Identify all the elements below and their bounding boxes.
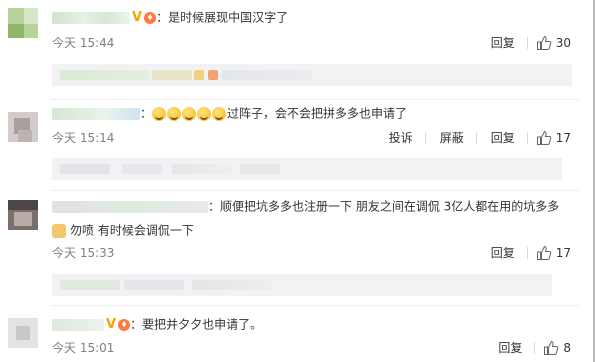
reply-button[interactable]: 回复 (491, 36, 515, 50)
comment-text: ：是时候展现中国汉字了 (156, 10, 289, 25)
reply-button[interactable]: 回复 (491, 246, 515, 260)
divider (475, 131, 477, 144)
comment-text: ：顺便把坑多多也注册一下 朋友之间在调侃 3亿人都在用的坑多多 (208, 199, 560, 214)
divider (526, 131, 528, 144)
verified-v-icon: V (106, 316, 117, 332)
reply-button[interactable]: 回复 (498, 341, 522, 355)
smile-emoji-icon (212, 106, 227, 121)
like-count: 30 (555, 35, 571, 50)
divider (526, 36, 528, 49)
divider (50, 190, 580, 191)
comment-actions: 回复 8 (484, 339, 571, 356)
timestamp: 今天 15:44 (52, 36, 115, 50)
divider (534, 341, 536, 354)
thumb-up-icon[interactable] (536, 35, 552, 51)
block-button[interactable]: 屏蔽 (440, 131, 464, 145)
level-badge-icon: ♦ (144, 11, 157, 24)
avatar[interactable] (8, 318, 38, 348)
comment-item: ：顺便把坑多多也注册一下 朋友之间在调侃 3亿人都在用的坑多多 勿喷 有时候会调… (0, 192, 593, 296)
timestamp: 今天 15:14 (52, 131, 115, 145)
verified-v-icon: V (132, 9, 143, 25)
reply-preview[interactable] (52, 64, 572, 86)
comment-text-line: 勿喷 有时候会调侃一下 (52, 222, 194, 239)
thumb-up-icon[interactable] (536, 130, 552, 146)
comment-meta: 今天 15:33 (52, 244, 114, 261)
level-badge-icon: ♦ (118, 318, 131, 331)
username[interactable] (52, 200, 208, 213)
username[interactable] (52, 107, 140, 120)
like-count: 8 (563, 340, 571, 355)
reply-preview[interactable] (52, 274, 552, 296)
reply-button[interactable]: 回复 (491, 131, 515, 145)
thumb-up-icon[interactable] (543, 340, 559, 356)
avatar[interactable] (8, 8, 38, 38)
avatar[interactable] (8, 112, 38, 142)
doge-emoji-icon (52, 223, 66, 238)
comment-actions: 投诉 屏蔽 回复 17 (375, 129, 571, 146)
comment-text-line: ：过阵子，会不会把拼多多也申请了 (52, 105, 407, 122)
comment-text: 过阵子，会不会把拼多多也申请了 (227, 106, 408, 121)
divider (424, 131, 426, 144)
comment-item: ：过阵子，会不会把拼多多也申请了 今天 15:14 投诉 屏蔽 回复 17 (0, 100, 593, 192)
comment-text: ：要把并夕夕也申请了。 (130, 317, 263, 332)
divider (526, 246, 528, 259)
reply-preview[interactable] (52, 158, 562, 180)
username[interactable] (52, 11, 130, 24)
comment-text-line: ：顺便把坑多多也注册一下 朋友之间在调侃 3亿人都在用的坑多多 (52, 198, 559, 215)
smile-emoji-icon (167, 106, 182, 121)
username[interactable] (52, 318, 104, 331)
like-count: 17 (555, 245, 571, 260)
timestamp: 今天 15:33 (52, 246, 115, 260)
comment-item: V ♦ ：是时候展现中国汉字了 今天 15:44 回复 30 (0, 0, 593, 100)
comment-text-line: V ♦ ：是时候展现中国汉字了 (52, 9, 288, 26)
comment-meta: 今天 15:14 (52, 129, 114, 146)
smile-emoji-icon (152, 106, 167, 121)
comment-meta: 今天 15:44 (52, 34, 114, 51)
comment-item: V ♦ ：要把并夕夕也申请了。 今天 15:01 回复 8 (0, 306, 593, 362)
smile-emoji-icon (182, 106, 197, 121)
comment-actions: 回复 30 (477, 34, 571, 51)
report-button[interactable]: 投诉 (389, 131, 413, 145)
comment-meta: 今天 15:01 (52, 339, 114, 356)
comment-actions: 回复 17 (477, 244, 571, 261)
timestamp: 今天 15:01 (52, 341, 115, 355)
comment-text: 勿喷 有时候会调侃一下 (70, 223, 194, 238)
smile-emoji-icon (197, 106, 212, 121)
like-count: 17 (555, 130, 571, 145)
comment-text-line: V ♦ ：要把并夕夕也申请了。 (52, 316, 262, 333)
thumb-up-icon[interactable] (536, 245, 552, 261)
avatar[interactable] (8, 200, 38, 230)
